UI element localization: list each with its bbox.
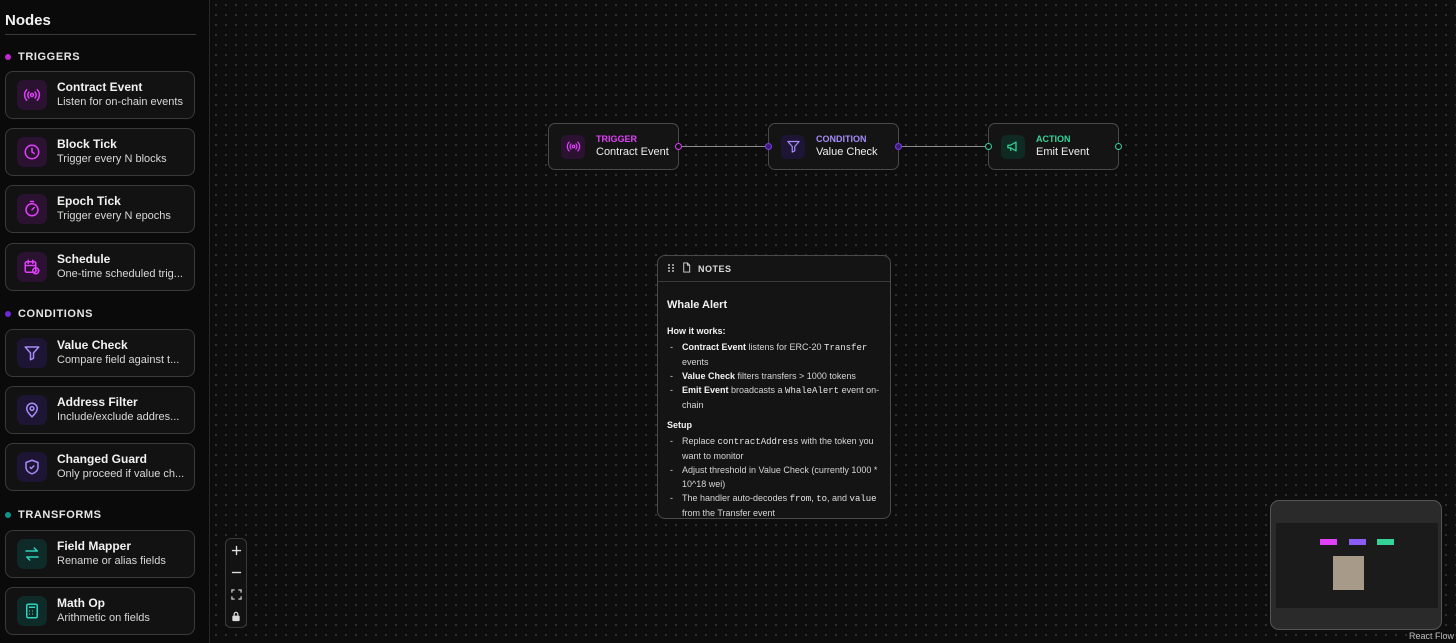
- item-desc: Rename or alias fields: [57, 555, 166, 567]
- calendar-clock-icon: [17, 252, 47, 282]
- item-desc: Arithmetic on fields: [57, 612, 150, 624]
- list-item: Emit Event broadcasts a WhaleAlert event…: [670, 383, 881, 412]
- palette-item-field-mapper[interactable]: Field Mapper Rename or alias fields: [5, 530, 195, 578]
- flow-node-action[interactable]: ACTION Emit Event: [985, 123, 1122, 170]
- list-item: Adjust threshold in Value Check (current…: [670, 463, 881, 491]
- minimap-viewport: [1276, 523, 1438, 608]
- section-label: TRANSFORMS: [18, 509, 102, 521]
- node-kind: CONDITION: [816, 134, 867, 144]
- sidebar-title: Nodes: [5, 12, 51, 29]
- notes-subheading: How it works:: [667, 326, 726, 336]
- lock-icon[interactable]: [227, 606, 245, 626]
- palette-item-schedule[interactable]: Schedule One-time scheduled trig...: [5, 243, 195, 291]
- zoom-in-button[interactable]: [227, 540, 245, 560]
- item-title: Schedule: [57, 252, 111, 266]
- node-name: Emit Event: [1036, 146, 1090, 158]
- item-title: Epoch Tick: [57, 194, 121, 208]
- list-item: The handler auto-decodes from, to, and v…: [670, 491, 881, 518]
- section-label: CONDITIONS: [18, 308, 94, 320]
- fit-view-button[interactable]: [227, 584, 245, 604]
- notes-node[interactable]: NOTES Whale Alert How it works: Contract…: [657, 255, 891, 519]
- node-palette-sidebar: Nodes TRIGGERS Contract Event Listen for…: [0, 0, 210, 643]
- section-dot: [5, 512, 11, 518]
- item-title: Changed Guard: [57, 452, 148, 466]
- map-pin-icon: [17, 395, 47, 425]
- source-handle[interactable]: [895, 143, 902, 150]
- calculator-icon: [17, 596, 47, 626]
- node-kind: ACTION: [1036, 134, 1071, 144]
- edge-condition-action[interactable]: [900, 146, 988, 147]
- palette-item-value-check[interactable]: Value Check Compare field against t...: [5, 329, 195, 377]
- item-desc: Trigger every N blocks: [57, 153, 167, 165]
- flow-canvas[interactable]: TRIGGER Contract Event CONDITION Value C…: [211, 0, 1456, 643]
- funnel-icon: [17, 338, 47, 368]
- notes-content[interactable]: Whale Alert How it works: Contract Event…: [658, 282, 890, 518]
- target-handle[interactable]: [765, 143, 772, 150]
- item-desc: Include/exclude addres...: [57, 411, 180, 423]
- zoom-out-button[interactable]: [227, 562, 245, 582]
- clock-icon: [17, 137, 47, 167]
- section-conditions: CONDITIONS: [5, 308, 93, 320]
- attribution-link[interactable]: React Flow: [1409, 631, 1454, 641]
- section-dot: [5, 311, 11, 317]
- flow-node-trigger[interactable]: TRIGGER Contract Event: [548, 123, 682, 170]
- notes-list: Contract Event listens for ERC-20 Transf…: [667, 340, 881, 412]
- item-title: Math Op: [57, 596, 105, 610]
- broadcast-icon: [561, 134, 585, 159]
- section-dot: [5, 54, 11, 60]
- shield-check-icon: [17, 452, 47, 482]
- edge-trigger-condition[interactable]: [680, 146, 768, 147]
- palette-item-changed-guard[interactable]: Changed Guard Only proceed if value ch..…: [5, 443, 195, 491]
- palette-item-math-op[interactable]: Math Op Arithmetic on fields: [5, 587, 195, 635]
- source-handle[interactable]: [1115, 143, 1122, 150]
- node-kind: TRIGGER: [596, 134, 638, 144]
- broadcast-icon: [17, 80, 47, 110]
- item-desc: Only proceed if value ch...: [57, 468, 185, 480]
- notes-title: Whale Alert: [667, 299, 728, 311]
- list-item: Contract Event listens for ERC-20 Transf…: [670, 340, 881, 369]
- minimap-node-notes: [1333, 556, 1364, 590]
- palette-item-block-tick[interactable]: Block Tick Trigger every N blocks: [5, 128, 195, 176]
- node-name: Contract Event: [596, 146, 669, 158]
- source-handle[interactable]: [675, 143, 682, 150]
- minimap-node-trigger: [1320, 539, 1337, 545]
- drag-handle-icon[interactable]: [667, 260, 675, 278]
- zoom-controls: [225, 538, 247, 628]
- notes-subheading: Setup: [667, 420, 693, 430]
- minimap-node-action: [1377, 539, 1394, 545]
- section-transforms: TRANSFORMS: [5, 509, 102, 521]
- swap-arrows-icon: [17, 539, 47, 569]
- item-desc: Listen for on-chain events: [57, 96, 183, 108]
- item-title: Contract Event: [57, 80, 143, 94]
- funnel-icon: [781, 134, 805, 159]
- palette-item-epoch-tick[interactable]: Epoch Tick Trigger every N epochs: [5, 185, 195, 233]
- notes-label: NOTES: [698, 263, 732, 274]
- minimap[interactable]: [1270, 500, 1442, 630]
- item-title: Field Mapper: [57, 539, 132, 553]
- list-item: Replace contractAddress with the token y…: [670, 434, 881, 463]
- target-handle[interactable]: [985, 143, 992, 150]
- minimap-node-condition: [1349, 539, 1366, 545]
- item-desc: Trigger every N epochs: [57, 210, 171, 222]
- palette-item-contract-event[interactable]: Contract Event Listen for on-chain event…: [5, 71, 195, 119]
- palette-item-address-filter[interactable]: Address Filter Include/exclude addres...: [5, 386, 195, 434]
- divider: [5, 34, 196, 35]
- notes-header[interactable]: NOTES: [658, 256, 890, 282]
- megaphone-icon: [1001, 134, 1025, 159]
- section-triggers: TRIGGERS: [5, 51, 80, 63]
- list-item: Value Check filters transfers > 1000 tok…: [670, 369, 881, 383]
- stopwatch-icon: [17, 194, 47, 224]
- item-title: Block Tick: [57, 137, 117, 151]
- flow-node-condition[interactable]: CONDITION Value Check: [765, 123, 902, 170]
- item-desc: One-time scheduled trig...: [57, 268, 183, 280]
- document-icon: [681, 260, 692, 278]
- item-desc: Compare field against t...: [57, 354, 180, 366]
- item-title: Address Filter: [57, 395, 138, 409]
- item-title: Value Check: [57, 338, 128, 352]
- node-name: Value Check: [816, 146, 878, 158]
- notes-list: Replace contractAddress with the token y…: [667, 434, 881, 518]
- section-label: TRIGGERS: [18, 51, 81, 63]
